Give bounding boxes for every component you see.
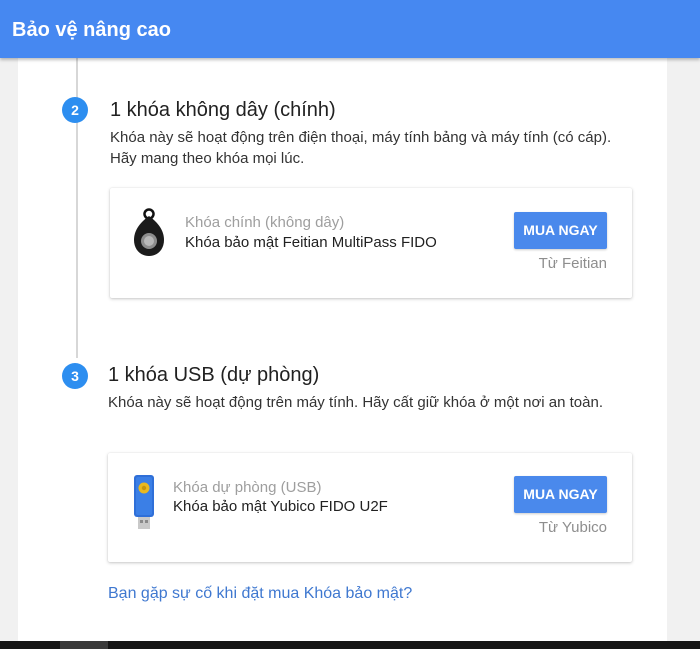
purchase-help-link[interactable]: Bạn gặp sự cố khi đặt mua Khóa bảo mật? (108, 584, 412, 604)
buy-now-button-feitian[interactable]: MUA NGAY (514, 212, 607, 249)
step-2-description: Khóa này sẽ hoạt động trên điện thoại, m… (110, 129, 612, 167)
backup-key-kind-label: Khóa dự phòng (USB) (173, 479, 322, 496)
taskbar-item[interactable] (60, 641, 108, 649)
backup-key-product-name: Khóa bảo mật Yubico FIDO U2F (173, 498, 388, 515)
backup-key-vendor: Từ Yubico (538, 519, 607, 536)
primary-key-product-name: Khóa bảo mật Feitian MultiPass FIDO (185, 234, 437, 251)
wireless-key-fob-icon (132, 208, 166, 263)
step-3-description: Khóa này sẽ hoạt động trên máy tính. Hãy… (108, 394, 603, 411)
step-3-number-badge: 3 (62, 363, 88, 389)
primary-key-vendor: Từ Feitian (538, 255, 607, 272)
primary-key-card: Khóa chính (không dây) Khóa bảo mật Feit… (110, 188, 632, 298)
step-2-title: 1 khóa không dây (chính) (110, 99, 336, 121)
buy-now-button-yubico[interactable]: MUA NGAY (514, 476, 607, 513)
primary-key-kind-label: Khóa chính (không dây) (185, 214, 345, 231)
page-title: Bảo vệ nâng cao (12, 19, 171, 41)
app-header: Bảo vệ nâng cao (0, 0, 700, 58)
step-2-number-badge: 2 (62, 97, 88, 123)
step-3-title: 1 khóa USB (dự phòng) (108, 364, 320, 386)
bottom-taskbar (0, 641, 700, 649)
backup-key-card: Khóa dự phòng (USB) Khóa bảo mật Yubico … (108, 453, 632, 562)
usb-key-icon (133, 475, 155, 536)
